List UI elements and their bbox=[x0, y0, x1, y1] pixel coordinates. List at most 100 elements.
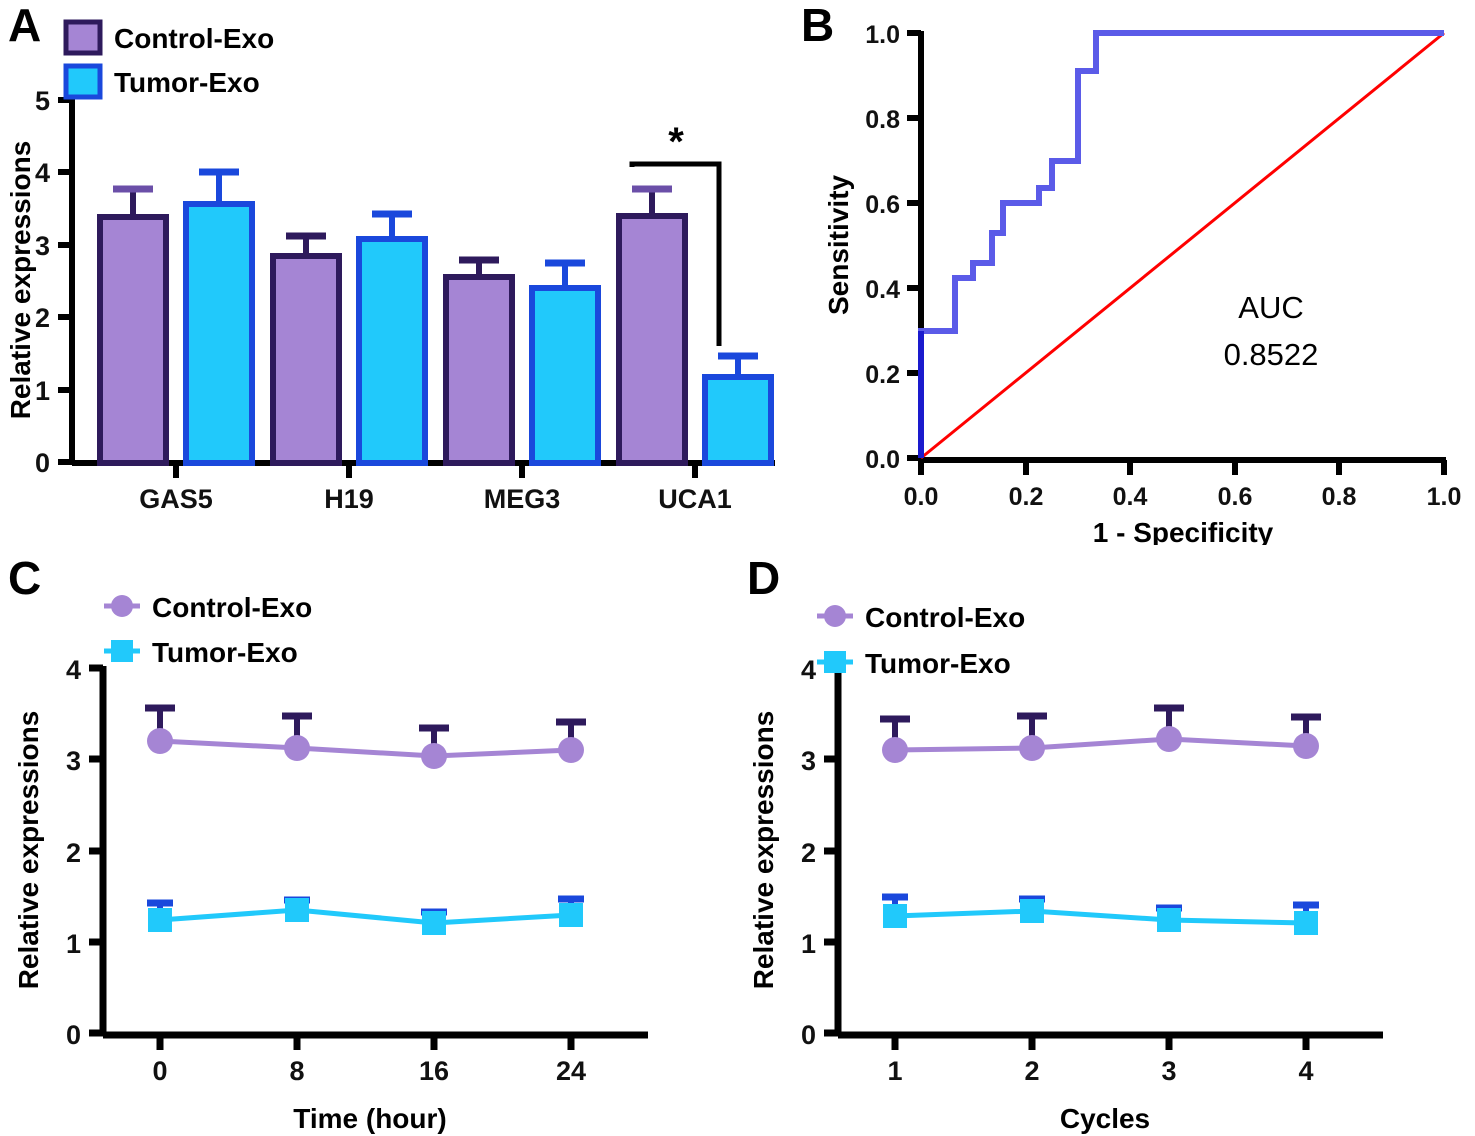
panel-c-ytick-4: 4 bbox=[66, 655, 81, 685]
panel-c-legend-label-control: Control-Exo bbox=[152, 592, 312, 623]
panel-c-y-axis: 4 3 2 1 0 bbox=[66, 655, 107, 1050]
panel-c-chart: 4 3 2 1 0 Relative expressions 0 8 16 24… bbox=[13, 592, 648, 1134]
tumor-swatch bbox=[63, 63, 103, 100]
panel-a-ytick-4: 4 bbox=[35, 158, 50, 188]
panel-a-cat-h19: H19 bbox=[324, 484, 374, 514]
panel-d-ytick-4: 4 bbox=[801, 655, 816, 685]
panel-c-line-tumor bbox=[159, 907, 572, 926]
panel-a-bar-h19-control bbox=[270, 232, 342, 466]
panel-d-ytick-3: 3 bbox=[801, 746, 816, 776]
panel-d-y-axis: 4 3 2 1 0 bbox=[801, 655, 842, 1050]
panel-c-ytick-1: 1 bbox=[66, 929, 81, 959]
panel-a-legend-label-tumor: Tumor-Exo bbox=[114, 67, 260, 98]
panel-a-legend: Control-Exo Tumor-Exo bbox=[63, 19, 274, 100]
panel-b-ytick-02: 0.2 bbox=[865, 361, 900, 389]
panel-c-x-axis: 0 8 16 24 bbox=[103, 1031, 648, 1086]
panel-c-xtick-8: 8 bbox=[289, 1056, 304, 1086]
panel-a-bar-uca1-control bbox=[616, 185, 688, 466]
panel-c-legend-marker-tumor bbox=[111, 640, 133, 662]
panel-d-chart: 4 3 2 1 0 Relative expressions 1 2 3 4 C… bbox=[748, 602, 1383, 1134]
panel-b-xtick-1: 1.0 bbox=[1427, 483, 1462, 511]
panel-b-x-axis: 0.0 0.2 0.4 0.6 0.8 1.0 bbox=[904, 457, 1462, 511]
panel-c-xtick-0: 0 bbox=[152, 1056, 167, 1086]
panel-d-legend-label-tumor: Tumor-Exo bbox=[865, 648, 1011, 679]
panel-d-legend-marker-tumor bbox=[824, 651, 846, 673]
panel-a-y-axis-label: Relative expressions bbox=[5, 141, 36, 420]
panel-c-y-axis-label: Relative expressions bbox=[13, 711, 44, 990]
panel-d-ytick-0: 0 bbox=[801, 1020, 816, 1050]
panel-d-y-axis-label: Relative expressions bbox=[748, 711, 779, 990]
panel-a-y-axis: 5 4 3 2 1 0 bbox=[35, 86, 75, 478]
panel-a-ytick-2: 2 bbox=[35, 303, 50, 333]
panel-d: D 4 3 2 1 0 Relative expressions 1 2 3 4… bbox=[735, 550, 1475, 1136]
panel-a-letter: A bbox=[8, 0, 42, 51]
panel-c-legend-marker-control bbox=[111, 595, 133, 617]
panel-a: A 5 4 3 2 1 0 Relative expressions * GAS… bbox=[0, 0, 790, 545]
panel-a-bar-uca1-tumor bbox=[702, 352, 774, 466]
panel-d-xtick-4: 4 bbox=[1298, 1056, 1313, 1086]
panel-a-ytick-5: 5 bbox=[35, 86, 50, 116]
panel-c-ytick-2: 2 bbox=[66, 838, 81, 868]
panel-b-y-axis-label: Sensitivity bbox=[823, 175, 854, 315]
panel-b-letter: B bbox=[801, 0, 835, 51]
panel-d-ytick-2: 2 bbox=[801, 838, 816, 868]
panel-c-x-axis-label: Time (hour) bbox=[293, 1103, 446, 1134]
panel-a-cat-meg3: MEG3 bbox=[484, 484, 561, 514]
panel-a-significance-star: * bbox=[668, 120, 684, 164]
panel-a-ytick-0: 0 bbox=[35, 448, 50, 478]
panel-a-bar-gas5-control bbox=[97, 185, 169, 466]
panel-d-legend-marker-control bbox=[824, 605, 846, 627]
panel-a-ytick-1: 1 bbox=[35, 376, 50, 406]
panel-d-x-axis-label: Cycles bbox=[1060, 1103, 1150, 1134]
panel-a-legend-label-control: Control-Exo bbox=[114, 23, 274, 54]
panel-d-xtick-3: 3 bbox=[1161, 1056, 1176, 1086]
panel-d-x-axis: 1 2 3 4 bbox=[838, 1031, 1383, 1086]
panel-d-letter: D bbox=[747, 552, 781, 604]
panel-a-bar-meg3-tumor bbox=[529, 259, 601, 466]
panel-a-bar-gas5-tumor bbox=[183, 168, 255, 466]
panel-b-ytick-04: 0.4 bbox=[865, 276, 900, 304]
panel-c-ytick-3: 3 bbox=[66, 746, 81, 776]
panel-b-reference-diagonal bbox=[920, 31, 1445, 460]
panel-c-xtick-16: 16 bbox=[419, 1056, 449, 1086]
panel-c-ytick-0: 0 bbox=[66, 1020, 81, 1050]
panel-a-ytick-3: 3 bbox=[35, 231, 50, 261]
panel-d-errorbars-tumor bbox=[882, 893, 1319, 923]
panel-a-bar-h19-tumor bbox=[356, 210, 428, 466]
panel-d-ytick-1: 1 bbox=[801, 929, 816, 959]
panel-c-line-control bbox=[159, 738, 572, 759]
panel-a-cat-uca1: UCA1 bbox=[658, 484, 732, 514]
panel-c-xtick-24: 24 bbox=[556, 1056, 586, 1086]
panel-b-xtick-08: 0.8 bbox=[1322, 483, 1357, 511]
panel-b-ytick-08: 0.8 bbox=[865, 106, 900, 134]
panel-b-chart: 1.0 0.8 0.6 0.4 0.2 0.0 Sensitivity 0.0 … bbox=[823, 21, 1462, 545]
panel-b-xtick-0: 0.0 bbox=[904, 483, 939, 511]
panel-b-x-axis-label: 1 - Specificity bbox=[1093, 517, 1274, 545]
panel-b-xtick-02: 0.2 bbox=[1009, 483, 1044, 511]
panel-a-chart: 5 4 3 2 1 0 Relative expressions * GAS5 … bbox=[5, 19, 775, 514]
control-swatch bbox=[63, 19, 103, 56]
figure-root: A 5 4 3 2 1 0 Relative expressions * GAS… bbox=[0, 0, 1475, 1136]
panel-c-markers-control bbox=[147, 728, 584, 769]
panel-b: B 1.0 0.8 0.6 0.4 0.2 0.0 Sensitivity 0.… bbox=[790, 0, 1475, 545]
panel-d-legend-label-control: Control-Exo bbox=[865, 602, 1025, 633]
panel-d-xtick-1: 1 bbox=[887, 1056, 902, 1086]
panel-c: C 4 3 2 1 0 Relative expressions 0 8 16 … bbox=[0, 550, 740, 1136]
panel-d-line-control bbox=[894, 736, 1307, 753]
panel-d-legend: Control-Exo Tumor-Exo bbox=[817, 602, 1025, 679]
panel-a-bar-meg3-control bbox=[443, 256, 515, 466]
panel-b-ytick-1: 1.0 bbox=[865, 21, 900, 49]
panel-b-ytick-0: 0.0 bbox=[865, 446, 900, 474]
panel-c-legend: Control-Exo Tumor-Exo bbox=[104, 592, 312, 668]
panel-c-legend-label-tumor: Tumor-Exo bbox=[152, 637, 298, 668]
panel-b-auc-label: AUC bbox=[1238, 290, 1303, 325]
panel-b-y-axis: 1.0 0.8 0.6 0.4 0.2 0.0 bbox=[865, 21, 924, 474]
panel-c-errorbars-control bbox=[145, 704, 586, 756]
panel-b-ytick-06: 0.6 bbox=[865, 191, 900, 219]
panel-c-letter: C bbox=[8, 552, 42, 604]
panel-b-xtick-04: 0.4 bbox=[1113, 483, 1148, 511]
panel-d-xtick-2: 2 bbox=[1024, 1056, 1039, 1086]
panel-d-line-tumor bbox=[894, 908, 1307, 926]
panel-b-xtick-06: 0.6 bbox=[1218, 483, 1253, 511]
panel-a-cat-gas5: GAS5 bbox=[139, 484, 213, 514]
